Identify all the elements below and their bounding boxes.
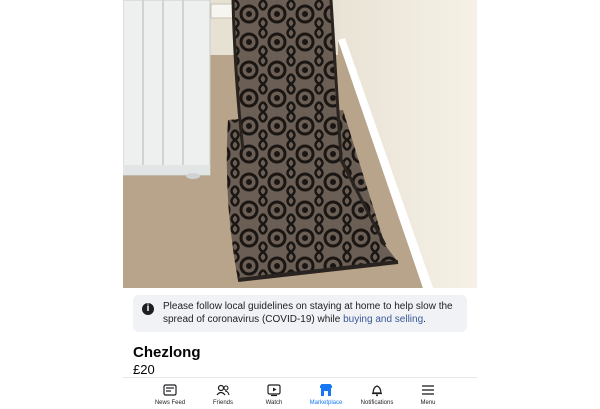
listing-detail: i Please follow local guidelines on stay…	[123, 0, 477, 408]
covid-notice: i Please follow local guidelines on stay…	[133, 295, 467, 332]
tab-watch[interactable]: Watch	[248, 378, 300, 409]
marketplace-icon	[320, 384, 332, 396]
tab-label: Watch	[265, 400, 283, 406]
bottom-tab-bar: News Feed Friends Watch Marketplace Noti…	[123, 377, 477, 409]
tab-label: News Feed	[154, 400, 186, 406]
right-margin	[477, 0, 600, 408]
tab-news-feed[interactable]: News Feed	[144, 378, 196, 409]
watch-icon	[267, 384, 281, 397]
tab-marketplace[interactable]: Marketplace	[300, 378, 352, 409]
news-feed-icon	[163, 384, 177, 396]
listing-price: £20	[133, 362, 155, 377]
listing-photo[interactable]	[123, 0, 477, 288]
tab-label: Notifications	[360, 400, 394, 406]
bell-icon	[372, 385, 382, 397]
menu-icon	[422, 385, 434, 395]
info-icon: i	[142, 303, 154, 315]
buying-selling-link[interactable]: buying and selling	[343, 314, 423, 325]
friends-icon	[216, 384, 230, 396]
listing-title: Chezlong	[133, 344, 201, 361]
left-margin	[0, 0, 123, 408]
tab-friends[interactable]: Friends	[197, 378, 249, 409]
tab-label: Marketplace	[309, 400, 343, 406]
tab-label: Friends	[212, 400, 233, 406]
notice-text: Please follow local guidelines on stayin…	[163, 301, 453, 325]
tab-label: Menu	[420, 400, 436, 406]
tab-menu[interactable]: Menu	[402, 378, 454, 409]
tab-notifications[interactable]: Notifications	[351, 378, 403, 409]
